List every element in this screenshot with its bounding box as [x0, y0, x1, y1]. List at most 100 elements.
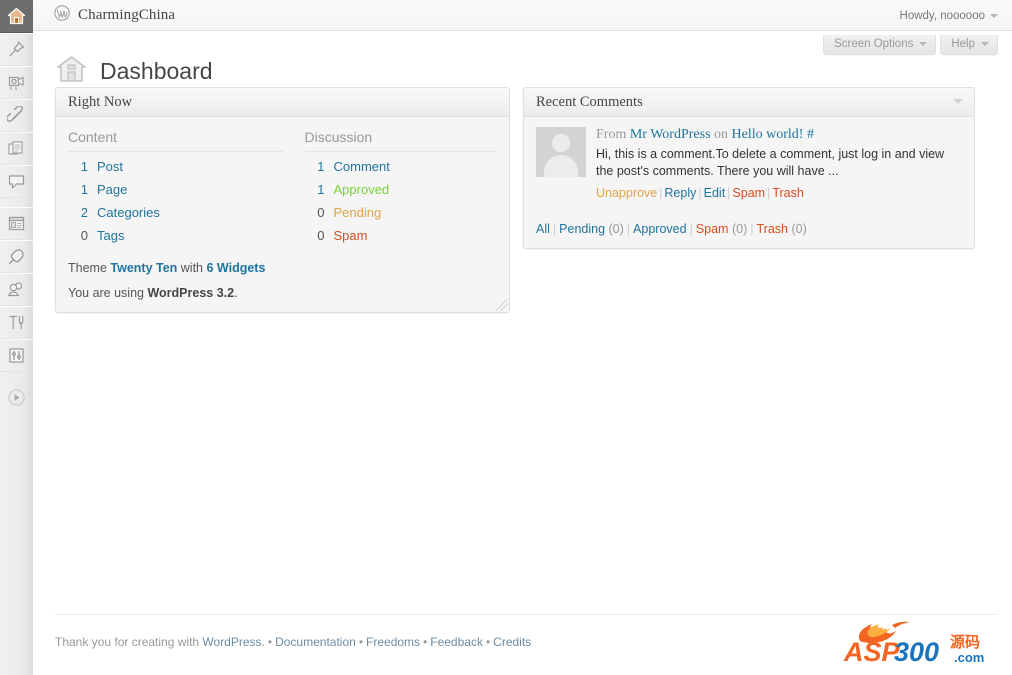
- spam-link[interactable]: Spam: [732, 186, 765, 200]
- table-row[interactable]: 1 Approved: [305, 178, 498, 201]
- discussion-header: Discussion: [304, 127, 497, 152]
- version-suffix: .: [234, 286, 238, 300]
- filter-trash[interactable]: Trash: [756, 222, 788, 236]
- sidebar-item-collapse-menu[interactable]: [0, 381, 33, 414]
- edit-link[interactable]: Edit: [704, 186, 726, 200]
- freedoms-link[interactable]: Freedoms: [366, 635, 420, 649]
- right-now-header[interactable]: Right Now: [56, 88, 509, 117]
- sidebar-item-plugins[interactable]: [0, 240, 33, 273]
- watermark-300: 300: [894, 637, 939, 667]
- pages-document-icon: [7, 139, 26, 158]
- theme-prefix: Theme: [68, 261, 111, 275]
- sidebar-item-media[interactable]: [0, 66, 33, 99]
- recent-comments-body: From Mr WordPress on Hello world! # Hi, …: [524, 117, 974, 248]
- sidebar-item-links[interactable]: [0, 99, 33, 132]
- admin-sidebar-rail: [0, 0, 41, 675]
- table-row[interactable]: 0 Spam: [305, 224, 498, 247]
- credits-link[interactable]: Credits: [493, 635, 531, 649]
- comment-filters: All | Pending (0) | Approved | Spam (0) | Trash …: [536, 221, 807, 236]
- post-count: 1: [80, 159, 88, 174]
- appearance-layout-icon: [7, 214, 26, 233]
- site-name: CharmingChina: [78, 7, 176, 23]
- feedback-link[interactable]: Feedback: [430, 635, 483, 649]
- filter-all[interactable]: All: [536, 222, 550, 236]
- dashboard-column-left: Right Now Content 1 Post 1 Page 2 Catego…: [55, 87, 510, 313]
- comment-author-link[interactable]: Mr WordPress: [630, 127, 711, 142]
- comment-post-link[interactable]: Hello world!: [732, 127, 804, 142]
- comment-count: 1: [317, 159, 325, 174]
- recent-comments-title: Recent Comments: [536, 93, 643, 110]
- recent-comments-header[interactable]: Recent Comments: [524, 88, 974, 117]
- admin-bar-account[interactable]: Howdy, noooooo: [900, 0, 998, 31]
- right-now-title: Right Now: [68, 93, 133, 110]
- tags-label[interactable]: Tags: [97, 228, 124, 243]
- admin-content-wrap: Screen Options Help Dashboard Right Now …: [33, 31, 1012, 675]
- comment-label[interactable]: Comment: [334, 159, 390, 174]
- admin-bar-site[interactable]: CharmingChina: [54, 0, 175, 31]
- sidebar-item-pages[interactable]: [0, 132, 33, 165]
- chevron-down-icon: [981, 42, 989, 46]
- unapprove-link[interactable]: Unapprove: [596, 186, 657, 200]
- table-row[interactable]: 0 Tags: [68, 224, 283, 247]
- categories-label[interactable]: Categories: [97, 205, 160, 220]
- screen-options-button[interactable]: Screen Options: [823, 35, 937, 55]
- version-value: WordPress 3.2: [147, 286, 235, 300]
- dashboard-column-right: Recent Comments From Mr WordPress on Hel…: [523, 87, 975, 249]
- asp300-watermark: ASP 300 源码 .com: [842, 615, 1002, 667]
- comment-bubble-icon: [7, 172, 26, 191]
- sidebar-item-settings[interactable]: [0, 339, 33, 372]
- comment-permalink[interactable]: #: [807, 127, 814, 142]
- media-camera-icon: [7, 73, 26, 92]
- help-button[interactable]: Help: [940, 35, 998, 55]
- approved-label[interactable]: Approved: [334, 182, 390, 197]
- chevron-down-icon: [919, 42, 928, 46]
- from-prefix: From: [596, 127, 630, 142]
- sidebar-divider-bottom: [0, 372, 33, 381]
- sidebar-item-comments[interactable]: [0, 165, 33, 198]
- postbox-resize-handle[interactable]: [496, 299, 508, 311]
- table-row[interactable]: 1 Post: [68, 155, 283, 178]
- wordpress-admin-dashboard: CharmingChina Howdy, noooooo Screen Opti…: [0, 0, 1012, 675]
- theme-link[interactable]: Twenty Ten: [110, 261, 177, 275]
- filter-spam[interactable]: Spam: [696, 222, 729, 236]
- sidebar-item-users[interactable]: [0, 273, 33, 306]
- comment-body: From Mr WordPress on Hello world! # Hi, …: [596, 127, 962, 200]
- footer-text: Thank you for creating with WordPress. • D…: [55, 635, 532, 649]
- sidebar-item-appearance[interactable]: [0, 207, 33, 240]
- wordpress-logo-icon: [54, 5, 70, 26]
- comment-excerpt: Hi, this is a comment.To delete a commen…: [596, 147, 945, 179]
- screen-meta-links: Screen Options Help: [823, 35, 998, 55]
- page-count: 1: [80, 182, 88, 197]
- tags-count: 0: [80, 228, 88, 243]
- sidebar-item-dashboard[interactable]: [0, 0, 41, 33]
- filter-trash-count: (0): [791, 221, 807, 236]
- thanks-prefix: Thank you for creating with: [55, 635, 203, 649]
- filter-pending-count: (0): [608, 221, 624, 236]
- version-line: You are using WordPress 3.2.: [68, 286, 497, 300]
- watermark-cn: 源码: [950, 633, 980, 651]
- tools-hammer-icon: [7, 313, 26, 332]
- documentation-link[interactable]: Documentation: [275, 635, 356, 649]
- wordpress-link[interactable]: WordPress: [202, 635, 261, 649]
- right-now-footer: Theme Twenty Ten with 6 Widgets You are …: [68, 261, 497, 300]
- table-row[interactable]: 1 Comment: [305, 155, 498, 178]
- recent-comments-postbox: Recent Comments From Mr WordPress on Hel…: [523, 87, 975, 249]
- filter-approved[interactable]: Approved: [633, 222, 687, 236]
- page-label[interactable]: Page: [97, 182, 127, 197]
- right-now-postbox: Right Now Content 1 Post 1 Page 2 Catego…: [55, 87, 510, 313]
- spam-label[interactable]: Spam: [334, 228, 368, 243]
- widgets-link[interactable]: 6 Widgets: [206, 261, 265, 275]
- post-label[interactable]: Post: [97, 159, 123, 174]
- sidebar-item-tools[interactable]: [0, 306, 33, 339]
- spam-count: 0: [317, 228, 325, 243]
- trash-link[interactable]: Trash: [772, 186, 804, 200]
- pending-label[interactable]: Pending: [334, 205, 382, 220]
- table-row[interactable]: 0 Pending: [305, 201, 498, 224]
- table-row[interactable]: 2 Categories: [68, 201, 283, 224]
- filter-pending[interactable]: Pending: [559, 222, 605, 236]
- home-icon: [7, 7, 26, 25]
- sidebar-item-posts[interactable]: [0, 33, 33, 66]
- chevron-down-icon[interactable]: [953, 99, 963, 104]
- reply-link[interactable]: Reply: [664, 186, 696, 200]
- table-row[interactable]: 1 Page: [68, 178, 283, 201]
